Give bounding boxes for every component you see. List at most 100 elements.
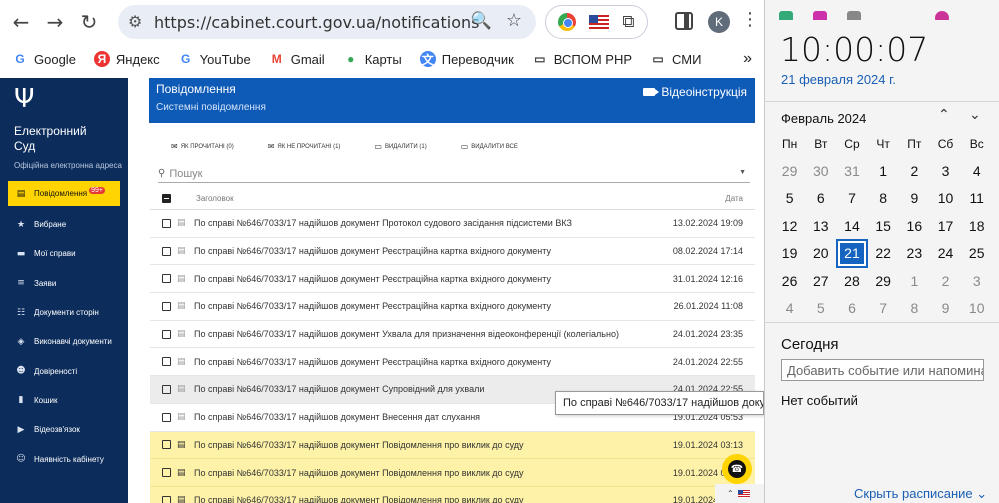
table-row[interactable]: ▤ По справі №646/7033/17 надійшов докумен… xyxy=(150,486,755,503)
calendar-day[interactable]: 27 xyxy=(805,267,836,295)
profile-avatar[interactable]: K xyxy=(708,11,730,33)
table-row[interactable]: ▤ По справі №646/7033/17 надійшов докумен… xyxy=(150,321,755,349)
calendar-day[interactable]: 1 xyxy=(868,157,899,185)
row-checkbox[interactable] xyxy=(162,357,171,367)
hide-schedule-link[interactable]: Скрыть расписание ⌄ xyxy=(854,486,987,502)
calendar-day[interactable]: 22 xyxy=(868,240,899,268)
row-checkbox[interactable] xyxy=(162,246,171,256)
calendar-day[interactable]: 7 xyxy=(836,185,867,213)
mark-unread-button[interactable]: ✉ ЯК НЕ ПРОЧИТАНІ (1) xyxy=(268,142,341,151)
calendar-day[interactable]: 8 xyxy=(868,185,899,213)
calendar-day-today[interactable]: 21 xyxy=(836,238,868,268)
reload-icon[interactable]: ↻ xyxy=(72,5,106,39)
previous-month-icon[interactable]: ⌃ xyxy=(938,107,950,123)
calendar-day[interactable]: 1 xyxy=(899,267,930,295)
sidebar-item[interactable]: ▬ Мої справи xyxy=(0,239,128,268)
table-row[interactable]: ▤ По справі №646/7033/17 надійшов докумен… xyxy=(150,431,755,460)
dropdown-caret-icon[interactable]: ▼ xyxy=(739,169,746,176)
table-row[interactable]: ▤ По справі №646/7033/17 надійшов докумен… xyxy=(150,210,755,238)
add-event-input[interactable]: Добавить событие или напоминание xyxy=(781,359,984,381)
delete-all-button[interactable]: ▭ ВИДАЛИТИ ВСЕ xyxy=(461,142,518,151)
calendar-day[interactable]: 20 xyxy=(805,240,836,268)
address-bar[interactable]: ⚙ https://cabinet.court.gov.ua/notificat… xyxy=(118,5,536,39)
calendar-day[interactable]: 7 xyxy=(868,295,899,323)
calendar-day[interactable]: 17 xyxy=(930,212,961,240)
more-menu-icon[interactable]: ⋮ xyxy=(741,9,759,30)
calendar-day[interactable]: 28 xyxy=(836,267,867,295)
bookmark-item[interactable]: G Google xyxy=(12,51,76,67)
calendar-day[interactable]: 2 xyxy=(899,157,930,185)
select-all-checkbox[interactable] xyxy=(162,194,171,203)
chrome-extension-icon[interactable] xyxy=(558,13,577,31)
bookmark-item[interactable]: ● Карты xyxy=(343,51,402,67)
tray-app-icon[interactable] xyxy=(779,11,793,20)
calendar-day[interactable]: 4 xyxy=(774,295,805,323)
row-checkbox[interactable] xyxy=(162,468,171,478)
table-row[interactable]: ▤ По справі №646/7033/17 надійшов докумен… xyxy=(150,459,755,487)
row-checkbox[interactable] xyxy=(162,218,171,228)
calendar-day[interactable]: 6 xyxy=(836,295,867,323)
calendar-day[interactable]: 31 xyxy=(836,157,867,185)
back-arrow-icon[interactable]: ← xyxy=(4,5,38,39)
sidebar-item[interactable]: ☷ Документи сторін xyxy=(0,298,128,327)
chevron-up-icon[interactable]: ⌃ xyxy=(727,489,734,498)
row-checkbox[interactable] xyxy=(162,301,171,311)
sidebar-item[interactable]: ☺ Наявність кабінету xyxy=(0,444,128,473)
tray-app-icon[interactable] xyxy=(847,11,861,20)
video-instruction-link[interactable]: Відеоінструкція xyxy=(643,85,747,99)
table-row[interactable]: ▤ По справі №646/7033/17 надійшов докумен… xyxy=(150,348,755,377)
search-input[interactable]: ⚲ Пошук ▼ xyxy=(158,165,750,183)
calendar-day[interactable]: 10 xyxy=(930,185,961,213)
extensions-puzzle-icon[interactable]: ⧉ xyxy=(622,12,634,32)
calendar-day[interactable]: 5 xyxy=(805,295,836,323)
side-panel-icon[interactable] xyxy=(675,12,693,30)
row-checkbox[interactable] xyxy=(162,274,171,284)
table-row[interactable]: ▤ По справі №646/7033/17 надійшов докумен… xyxy=(150,265,755,294)
calendar-day[interactable]: 25 xyxy=(961,240,992,268)
bookmark-item[interactable]: ▭ СМИ xyxy=(650,51,701,67)
sidebar-item[interactable]: ▤ Повідомлення 99+ xyxy=(8,181,120,206)
bookmark-item[interactable]: Я Яндекс xyxy=(93,51,160,67)
bookmark-item[interactable]: G YouTube xyxy=(178,51,251,67)
calendar-day[interactable]: 13 xyxy=(805,212,836,240)
call-button[interactable]: ☎ xyxy=(722,454,752,484)
row-checkbox[interactable] xyxy=(162,329,171,339)
calendar-day[interactable]: 10 xyxy=(961,295,992,323)
calendar-day[interactable]: 19 xyxy=(774,240,805,268)
sidebar-item[interactable]: ≡ Заяви xyxy=(0,269,128,298)
bookmark-item[interactable]: M Gmail xyxy=(269,51,325,67)
calendar-day[interactable]: 4 xyxy=(961,157,992,185)
row-checkbox[interactable] xyxy=(162,412,171,422)
calendar-day[interactable]: 30 xyxy=(805,157,836,185)
bookmark-item[interactable]: 文 Переводчик xyxy=(419,51,514,67)
calendar-day[interactable]: 11 xyxy=(961,185,992,213)
calendar-day[interactable]: 12 xyxy=(774,212,805,240)
tray-app-icon[interactable] xyxy=(935,11,949,20)
bookmark-item[interactable]: ▭ ВСПОМ РНР xyxy=(532,51,632,67)
calendar-day[interactable]: 16 xyxy=(899,212,930,240)
sidebar-item[interactable]: ★ Вибране xyxy=(0,210,128,239)
language-flag-icon[interactable] xyxy=(737,489,750,498)
calendar-day[interactable]: 23 xyxy=(899,240,930,268)
calendar-day[interactable]: 14 xyxy=(836,212,867,240)
calendar-day[interactable]: 9 xyxy=(899,185,930,213)
calendar-day[interactable]: 18 xyxy=(961,212,992,240)
site-settings-icon[interactable]: ⚙ xyxy=(128,12,142,31)
full-date-link[interactable]: 21 февраля 2024 г. xyxy=(781,72,896,87)
calendar-day[interactable]: 9 xyxy=(930,295,961,323)
calendar-day[interactable]: 15 xyxy=(868,212,899,240)
sidebar-item[interactable]: ☻ Довіреності xyxy=(0,356,128,385)
row-checkbox[interactable] xyxy=(162,384,171,394)
delete-button[interactable]: ▭ ВИДАЛИТИ (1) xyxy=(374,142,426,151)
calendar-day[interactable]: 3 xyxy=(930,157,961,185)
tray-app-icon[interactable] xyxy=(813,11,827,20)
month-title[interactable]: Февраль 2024 xyxy=(781,111,866,126)
calendar-day[interactable]: 3 xyxy=(961,267,992,295)
calendar-day[interactable]: 5 xyxy=(774,185,805,213)
calendar-day[interactable]: 29 xyxy=(774,157,805,185)
row-checkbox[interactable] xyxy=(162,440,171,450)
bookmark-star-icon[interactable]: ☆ xyxy=(506,10,522,31)
calendar-day[interactable]: 26 xyxy=(774,267,805,295)
sidebar-item[interactable]: ▮ Кошик xyxy=(0,386,128,415)
calendar-day[interactable]: 24 xyxy=(930,240,961,268)
